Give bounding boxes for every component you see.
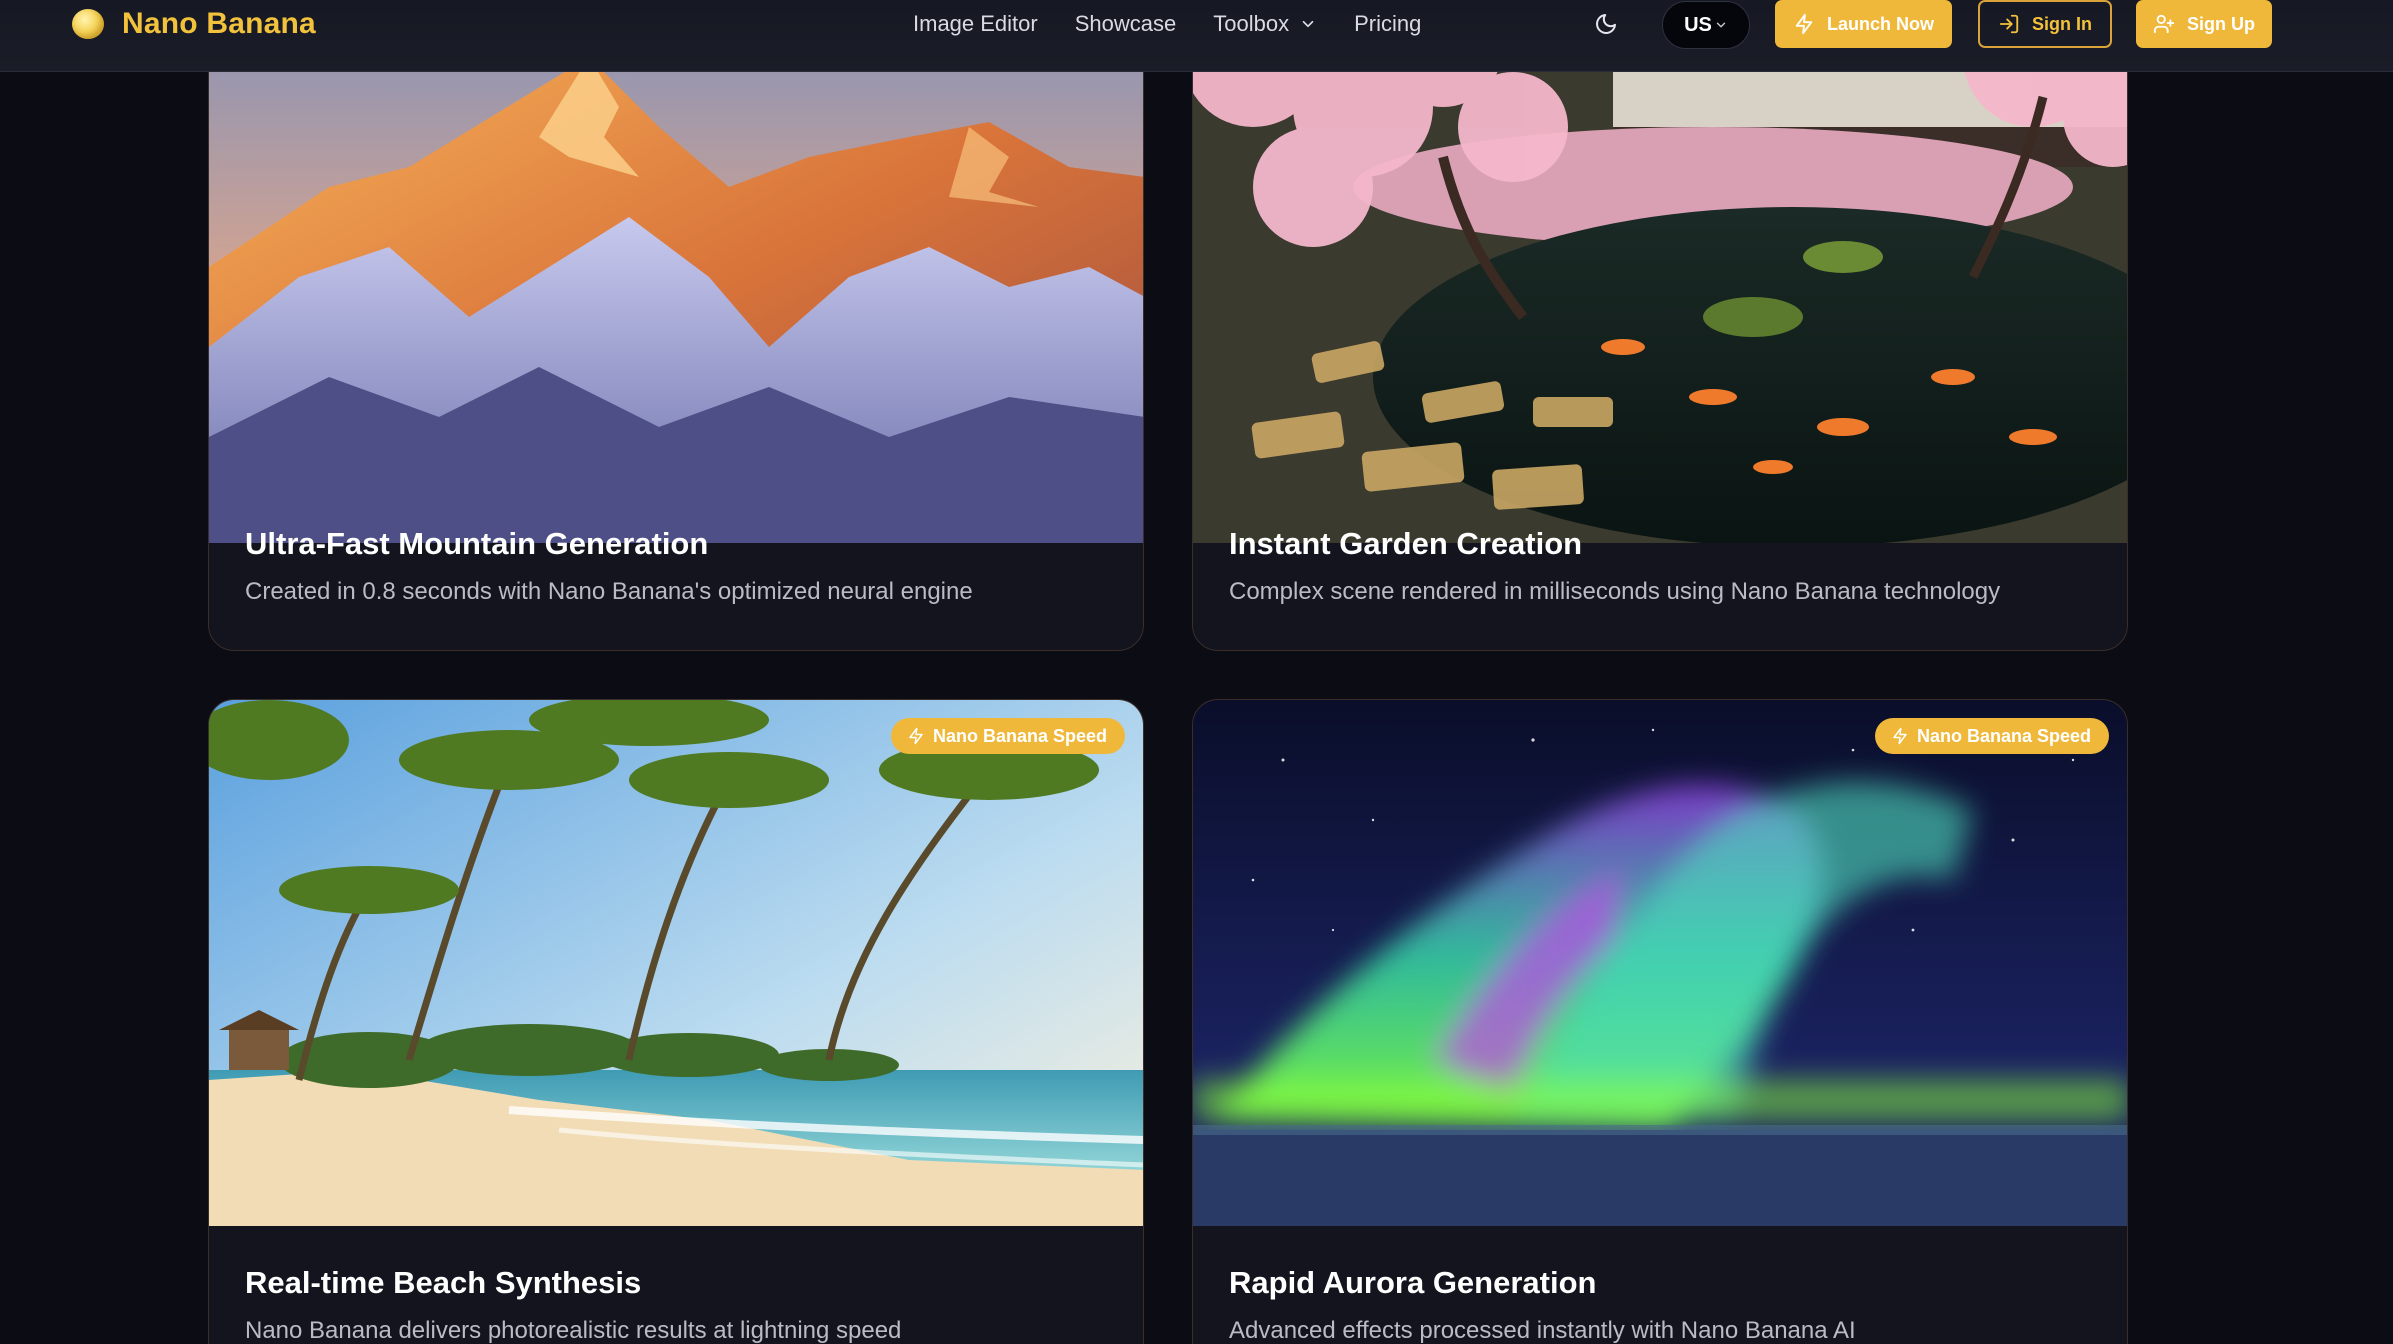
mountain-image	[209, 17, 1143, 543]
speed-badge-label: Nano Banana Speed	[932, 725, 1107, 746]
chevron-down-icon	[1716, 22, 1726, 28]
speed-badge: Nano Banana Speed	[890, 718, 1125, 754]
moon-icon	[1596, 14, 1616, 34]
nav-toolbox-dropdown[interactable]: Toolbox	[1213, 11, 1317, 37]
card-content: Ultra-Fast Mountain Generation Created i…	[245, 524, 1107, 608]
launch-now-label: Launch Now	[1827, 13, 1934, 34]
aurora-image	[1193, 700, 2127, 1226]
speed-badge: Nano Banana Speed	[1874, 718, 2109, 754]
brand-name: Nano Banana	[122, 7, 316, 40]
top-navigation-bar: Nano Banana Image Editor Showcase Toolbo…	[0, 0, 2393, 72]
card-title: Real-time Beach Synthesis	[245, 1265, 642, 1300]
user-plus-icon	[2153, 14, 2175, 34]
card-description: Advanced effects processed instantly wit…	[1229, 1317, 1856, 1344]
theme-toggle-button[interactable]	[1590, 8, 1622, 40]
language-selector[interactable]: US	[1662, 1, 1750, 49]
main-nav: Image Editor Showcase Toolbox Pricing	[913, 6, 1421, 42]
showcase-card-mountain[interactable]: Ultra-Fast Mountain Generation Created i…	[208, 16, 1144, 651]
nav-showcase[interactable]: Showcase	[1075, 11, 1177, 37]
showcase-card-aurora[interactable]: Nano Banana Speed Rapid Aurora Generatio…	[1192, 699, 2128, 1344]
card-description: Complex scene rendered in milliseconds u…	[1229, 578, 2001, 605]
card-title: Rapid Aurora Generation	[1229, 1265, 1597, 1300]
lightning-icon	[909, 727, 923, 745]
sign-up-label: Sign Up	[2187, 13, 2255, 34]
card-description: Nano Banana delivers photorealistic resu…	[245, 1317, 902, 1344]
launch-now-button[interactable]: Launch Now	[1775, 0, 1952, 48]
nav-pricing[interactable]: Pricing	[1354, 11, 1421, 37]
card-content: Real-time Beach Synthesis Nano Banana de…	[245, 1263, 1107, 1344]
nav-image-editor[interactable]: Image Editor	[913, 11, 1038, 37]
showcase-card-garden[interactable]: Instant Garden Creation Complex scene re…	[1192, 16, 2128, 651]
sign-in-label: Sign In	[2032, 13, 2092, 34]
banana-logo-icon	[72, 9, 104, 39]
lightning-icon	[1893, 727, 1907, 745]
beach-image	[209, 700, 1143, 1226]
language-code: US	[1684, 13, 1712, 36]
lightning-icon	[1795, 13, 1813, 35]
sign-up-button[interactable]: Sign Up	[2136, 0, 2272, 48]
garden-image	[1193, 17, 2127, 543]
brand-home-link[interactable]: Nano Banana	[72, 6, 316, 42]
speed-badge-label: Nano Banana Speed	[1916, 725, 2091, 746]
sign-in-button[interactable]: Sign In	[1978, 0, 2112, 48]
showcase-card-beach[interactable]: Nano Banana Speed Real-time Beach Synthe…	[208, 699, 1144, 1344]
nav-toolbox-label: Toolbox	[1213, 11, 1290, 36]
card-content: Rapid Aurora Generation Advanced effects…	[1229, 1263, 2091, 1344]
card-title: Ultra-Fast Mountain Generation	[245, 526, 709, 561]
login-icon	[1999, 14, 2019, 34]
card-title: Instant Garden Creation	[1229, 526, 1583, 561]
chevron-down-icon	[1302, 20, 1314, 28]
card-content: Instant Garden Creation Complex scene re…	[1229, 524, 2091, 608]
card-description: Created in 0.8 seconds with Nano Banana'…	[245, 578, 973, 605]
